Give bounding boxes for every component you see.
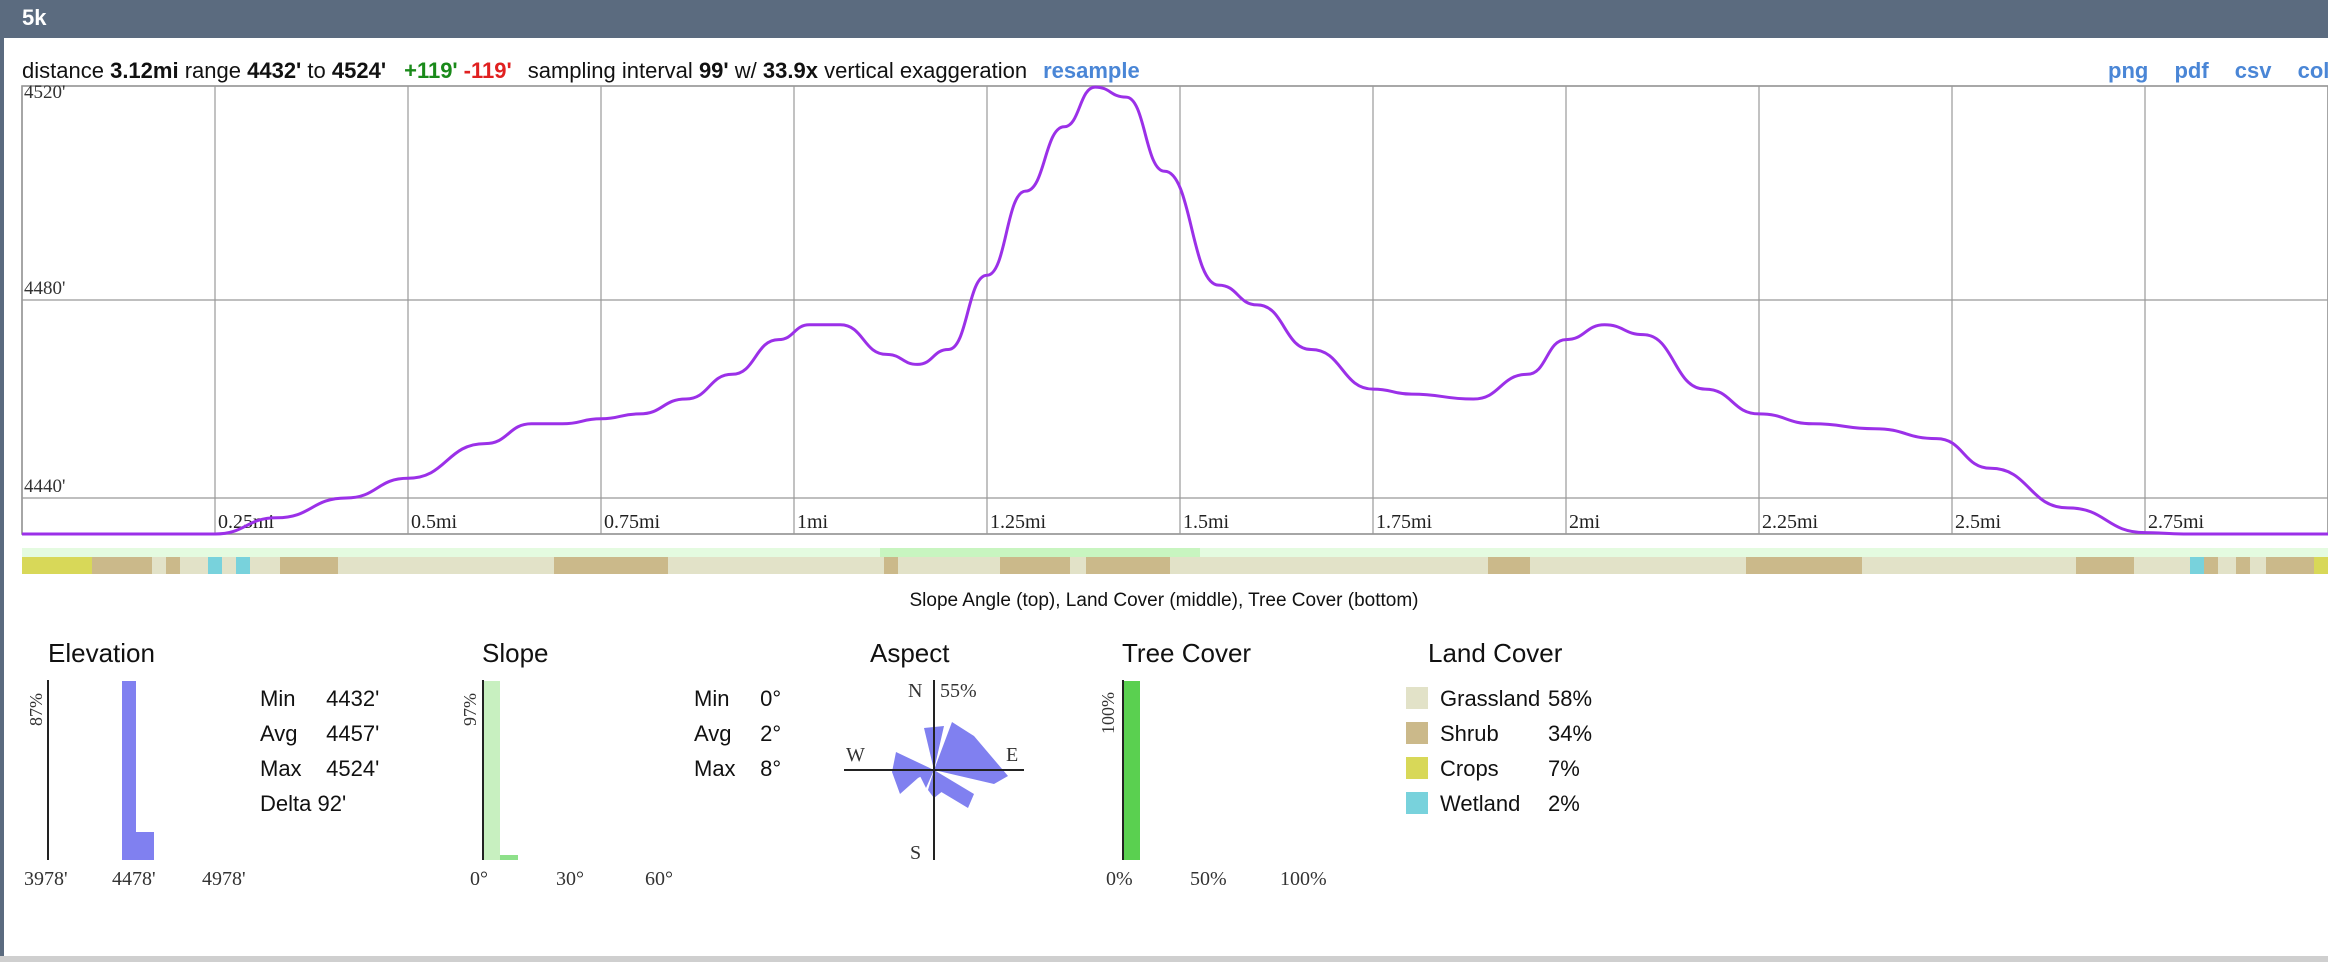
land-cover-shrub-segment (1086, 557, 1170, 574)
profile-x-label: 0.5mi (411, 511, 458, 533)
slope-panel-title: Slope (482, 638, 549, 668)
slope-stat-min: Min 0° (694, 686, 782, 711)
land-cover-crops-swatch (1406, 757, 1428, 779)
elevation-profile-chart: 4520' 4480' 4440' 0.25mi 0.5mi 0.75mi 1mi 1.25… (21, 82, 2328, 536)
land-cover-shrub-segment (92, 557, 152, 574)
elevation-stat-avg: Avg 4457' (260, 721, 380, 746)
land-cover-crops-segment (22, 557, 92, 574)
tree-cover-bar (1124, 681, 1140, 860)
profile-x-label: 1mi (797, 511, 829, 533)
profile-x-labels: 0.25mi 0.5mi 0.75mi 1mi 1.25mi 1.5mi 1.75mi 2mi… (218, 511, 2205, 533)
aspect-rose-chart (844, 680, 1024, 860)
slope-x-label: 30° (556, 868, 584, 890)
aspect-pct-label: 55% (940, 680, 977, 702)
land-cover-item: Wetland 2% (1440, 791, 1580, 816)
elevation-stat-min: Min 4432' (260, 686, 380, 711)
aspect-north-label: N (908, 680, 923, 702)
profile-x-label: 0.25mi (218, 511, 275, 533)
land-cover-shrub-segment (2204, 557, 2218, 574)
slope-histogram (482, 680, 518, 860)
land-cover-item: Grassland 58% (1440, 686, 1593, 711)
land-cover-grassland-swatch (1406, 687, 1428, 709)
slope-angle-strip-steep (880, 548, 1200, 557)
land-cover-wetland-segment (208, 557, 222, 574)
elevation-bar (122, 681, 136, 860)
elevation-histogram (47, 680, 154, 860)
profile-x-label: 1.75mi (1376, 511, 1433, 533)
elevation-pct-label: 87% (26, 693, 46, 726)
window-frame-bottom (0, 956, 2328, 962)
profile-y-label: 4520' (24, 82, 65, 103)
profile-x-label: 2.5mi (1955, 511, 2002, 533)
cover-strips (22, 548, 2328, 574)
profile-y-label: 4480' (24, 278, 65, 299)
aspect-panel-title: Aspect (870, 638, 950, 668)
elevation-bar (136, 832, 154, 860)
land-cover-crops-segment (2314, 557, 2328, 574)
slope-x-label: 0° (470, 868, 488, 890)
land-cover-panel-title: Land Cover (1428, 638, 1563, 668)
elevation-stat-delta: Delta 92' (260, 791, 347, 816)
elevation-x-label: 4978' (202, 868, 246, 890)
slope-stat-max: Max 8° (694, 756, 782, 781)
land-cover-strip (22, 557, 2328, 574)
tree-cover-x-label: 0% (1106, 868, 1133, 890)
land-cover-shrub-segment (2236, 557, 2250, 574)
profile-x-label: 1.25mi (990, 511, 1047, 533)
elevation-x-label: 4478' (112, 868, 156, 890)
profile-x-label: 1.5mi (1183, 511, 1230, 533)
tree-cover-pct-label: 100% (1098, 692, 1118, 734)
profile-x-label: 2.25mi (1762, 511, 1819, 533)
aspect-south-label: S (910, 842, 922, 864)
land-cover-shrub-segment (166, 557, 180, 574)
tree-cover-panel-title: Tree Cover (1122, 638, 1252, 668)
land-cover-shrub-segment (280, 557, 338, 574)
land-cover-shrub-segment (1746, 557, 1862, 574)
land-cover-shrub-swatch (1406, 722, 1428, 744)
land-cover-shrub-segment (884, 557, 898, 574)
elevation-panel-title: Elevation (48, 638, 155, 668)
profile-x-label: 2.75mi (2148, 511, 2205, 533)
profile-y-label: 4440' (24, 476, 65, 497)
elevation-x-label: 3978' (24, 868, 68, 890)
slope-bar (484, 681, 500, 860)
slope-pct-label: 97% (460, 693, 480, 726)
profile-y-labels: 4520' 4480' 4440' (24, 82, 65, 497)
elevation-stat-max: Max 4524' (260, 756, 380, 781)
slope-bar (500, 855, 518, 860)
profile-x-label: 2mi (1569, 511, 1601, 533)
land-cover-shrub-segment (1000, 557, 1070, 574)
land-cover-wetland-swatch (1406, 792, 1428, 814)
land-cover-item: Crops 7% (1440, 756, 1580, 781)
land-cover-shrub-segment (1488, 557, 1530, 574)
tree-cover-x-label: 100% (1280, 868, 1327, 890)
tree-cover-x-label: 50% (1190, 868, 1227, 890)
slope-x-label: 60° (645, 868, 673, 890)
land-cover-shrub-segment (2076, 557, 2134, 574)
slope-stat-avg: Avg 2° (694, 721, 782, 746)
aspect-west-label: W (846, 744, 865, 766)
aspect-rose-petals (892, 722, 1008, 808)
strip-legend-caption: Slope Angle (top), Land Cover (middle), … (909, 590, 1419, 611)
aspect-east-label: E (1006, 744, 1019, 766)
land-cover-wetland-segment (236, 557, 250, 574)
land-cover-item: Shrub 34% (1440, 721, 1593, 746)
land-cover-wetland-segment (2190, 557, 2204, 574)
land-cover-shrub-segment (554, 557, 668, 574)
profile-x-label: 0.75mi (604, 511, 661, 533)
elevation-profile-line (21, 85, 2328, 536)
tree-cover-histogram (1122, 680, 1140, 860)
